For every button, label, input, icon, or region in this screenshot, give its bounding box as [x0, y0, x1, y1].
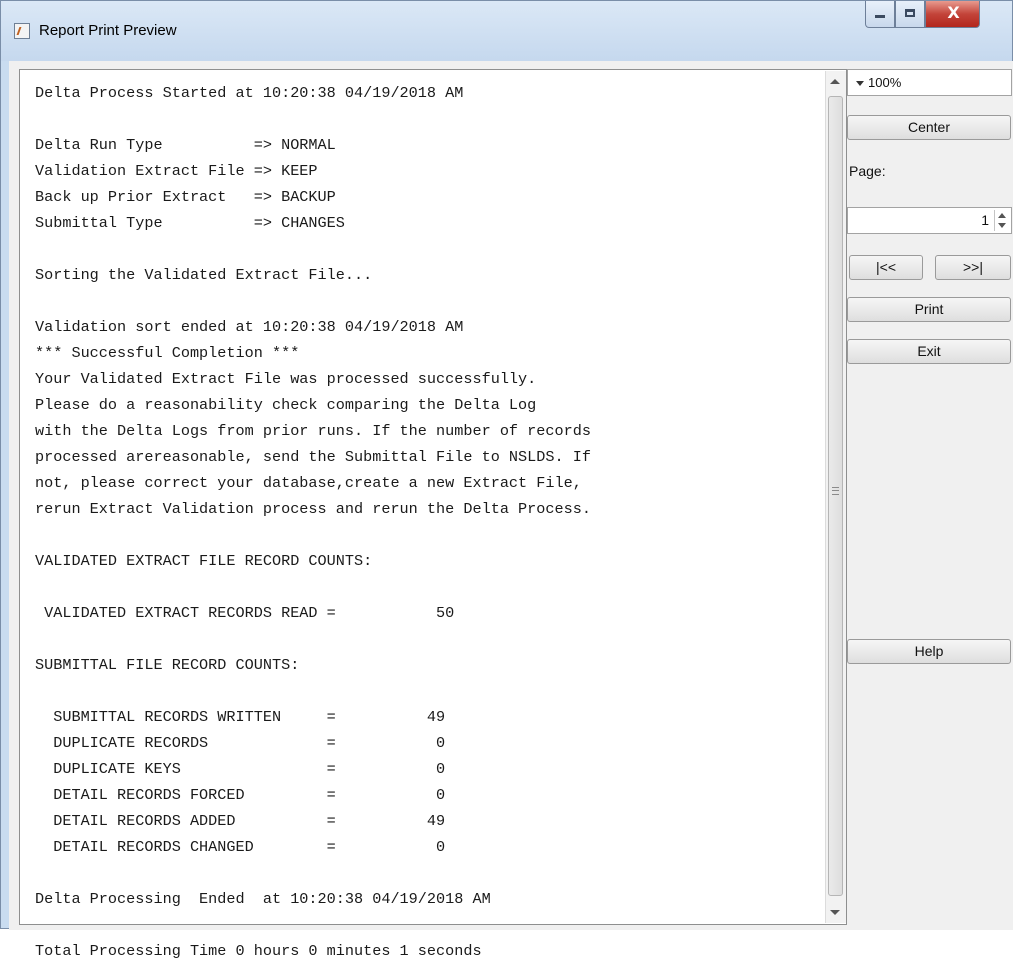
report-line: DETAIL RECORDS CHANGED = 0 — [35, 838, 446, 856]
first-page-button[interactable]: |<< — [849, 255, 923, 280]
zoom-dropdown[interactable]: 100% — [847, 69, 1012, 96]
spin-up-icon[interactable] — [998, 213, 1006, 218]
report-line: DETAIL RECORDS ADDED = 49 — [35, 812, 446, 830]
spin-down-icon[interactable] — [998, 223, 1006, 228]
report-line: Delta Run Type => NORMAL — [35, 136, 336, 154]
minimize-icon — [875, 15, 885, 18]
page-label: Page: — [849, 163, 886, 179]
spinner-arrows[interactable] — [994, 210, 1009, 231]
report-line: processed arereasonable, send the Submit… — [35, 448, 591, 466]
control-panel: 100% Center Page: 1 |<< >>| Print Exit H… — [847, 69, 1013, 925]
report-line: Total Processing Time 0 hours 0 minutes … — [35, 942, 482, 960]
report-line: Submittal Type => CHANGES — [35, 214, 345, 232]
maximize-button[interactable] — [895, 1, 925, 28]
grip-icon — [832, 487, 839, 495]
report-line: Your Validated Extract File was processe… — [35, 370, 537, 388]
report-line: with the Delta Logs from prior runs. If … — [35, 422, 591, 440]
page-spinner[interactable]: 1 — [847, 207, 1012, 234]
help-button[interactable]: Help — [847, 639, 1011, 664]
report-text: Delta Process Started at 10:20:38 04/19/… — [35, 80, 591, 964]
report-line: DUPLICATE RECORDS = 0 — [35, 734, 446, 752]
report-line: rerun Extract Validation process and rer… — [35, 500, 591, 518]
report-text-area[interactable]: Delta Process Started at 10:20:38 04/19/… — [19, 69, 847, 960]
print-button[interactable]: Print — [847, 297, 1011, 322]
report-line: not, please correct your database,create… — [35, 474, 582, 492]
center-button[interactable]: Center — [847, 115, 1011, 140]
report-line: SUBMITTAL RECORDS WRITTEN = 49 — [35, 708, 446, 726]
report-line: Delta Processing Ended at 10:20:38 04/19… — [35, 890, 491, 908]
page-number-value: 1 — [981, 212, 989, 228]
report-line: Back up Prior Extract => BACKUP — [35, 188, 336, 206]
maximize-icon — [905, 9, 915, 17]
chevron-down-icon — [856, 81, 864, 86]
report-line: VALIDATED EXTRACT FILE RECORD COUNTS: — [35, 552, 373, 570]
app-icon — [14, 23, 30, 39]
report-line: Validation Extract File => KEEP — [35, 162, 318, 180]
zoom-value: 100% — [868, 75, 902, 90]
report-line: *** Successful Completion *** — [35, 344, 300, 362]
minimize-button[interactable] — [865, 1, 895, 28]
vertical-scrollbar[interactable] — [825, 71, 846, 923]
report-line: VALIDATED EXTRACT RECORDS READ = 50 — [35, 604, 455, 622]
window-title: Report Print Preview — [39, 22, 177, 39]
scroll-up-arrow-icon[interactable] — [830, 79, 840, 84]
client-area: Delta Process Started at 10:20:38 04/19/… — [9, 61, 1013, 960]
title-bar[interactable]: Report Print Preview X — [1, 1, 1012, 61]
report-line: Sorting the Validated Extract File... — [35, 266, 373, 284]
report-line: DUPLICATE KEYS = 0 — [35, 760, 446, 778]
report-line: Please do a reasonability check comparin… — [35, 396, 537, 414]
close-button[interactable]: X — [925, 1, 980, 28]
report-line: DETAIL RECORDS FORCED = 0 — [35, 786, 446, 804]
report-line: SUBMITTAL FILE RECORD COUNTS: — [35, 656, 300, 674]
last-page-button[interactable]: >>| — [935, 255, 1011, 280]
scroll-thumb[interactable] — [828, 96, 843, 896]
close-icon: X — [947, 3, 960, 22]
scroll-down-arrow-icon[interactable] — [830, 910, 840, 915]
exit-button[interactable]: Exit — [847, 339, 1011, 364]
report-print-preview-window: Report Print Preview X Delta Process Sta… — [0, 0, 1013, 960]
report-line: Delta Process Started at 10:20:38 04/19/… — [35, 84, 464, 102]
report-line: Validation sort ended at 10:20:38 04/19/… — [35, 318, 464, 336]
